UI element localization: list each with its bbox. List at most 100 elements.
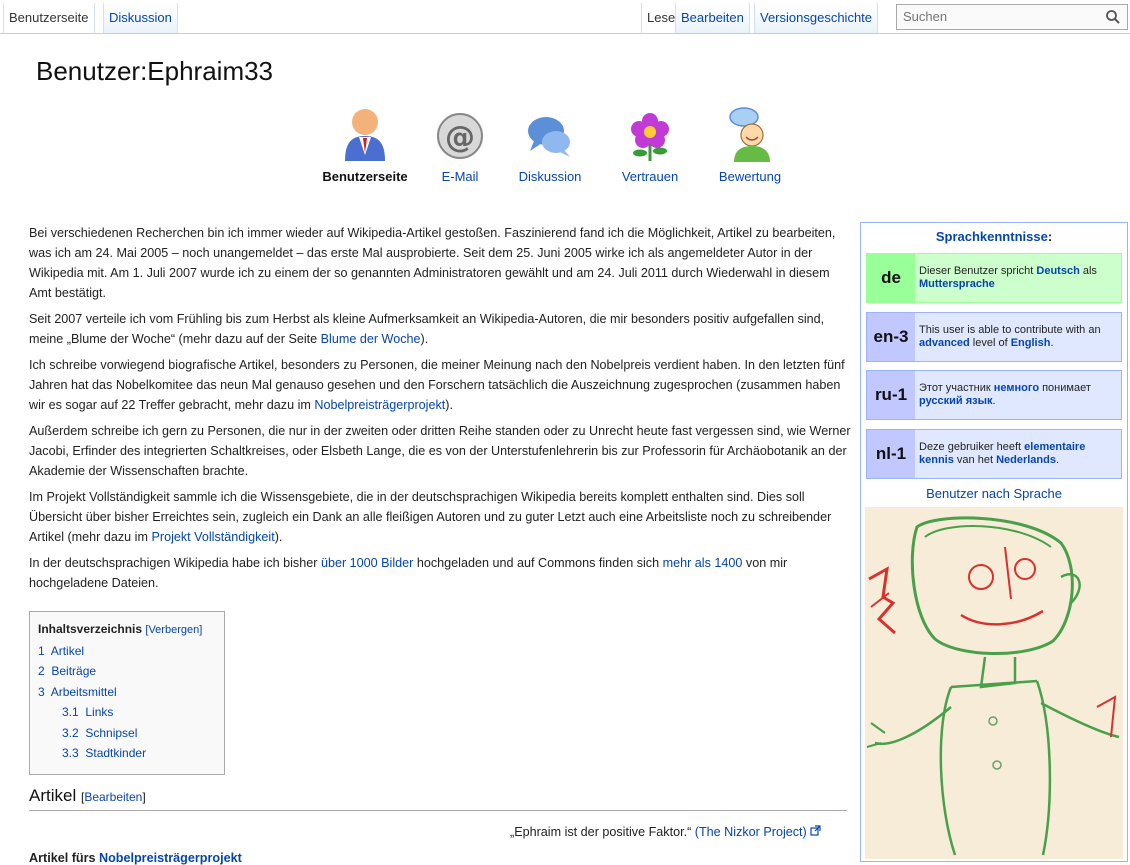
toc-link[interactable]: Schnipsel [85, 726, 137, 740]
search-icon[interactable] [1105, 9, 1121, 25]
toc-link[interactable]: Links [85, 705, 113, 719]
colon: : [1047, 229, 1053, 244]
babel-box-nl: nl-1 Deze gebruiker heeft elementaire ke… [866, 429, 1122, 479]
section-edit-link[interactable]: Bearbeiten [84, 790, 142, 804]
paragraph-nobel: Ich schreibe vorwiegend biografische Art… [29, 355, 851, 415]
toc-title: Inhaltsverzeichnis [38, 622, 143, 636]
babel-code: de [867, 254, 915, 302]
text: ). [274, 530, 283, 544]
page-title: Benutzer:Ephraim33 [36, 56, 274, 86]
search-box [896, 4, 1128, 30]
search-input[interactable] [897, 5, 1099, 27]
tab-benutzerseite[interactable]: Benutzerseite [3, 3, 95, 33]
babel-link[interactable]: English [1011, 337, 1051, 349]
main-content: Bei verschiedenen Recherchen bin ich imm… [29, 223, 851, 599]
quote-text: „Ephraim ist der positive Faktor.“ [510, 825, 695, 839]
text: In der deutschsprachigen Wikipedia habe … [29, 556, 321, 570]
link-projekt-vollstaendigkeit[interactable]: Projekt Vollständigkeit [151, 530, 274, 544]
toc-link[interactable]: Stadtkinder [85, 746, 146, 760]
toc-link[interactable]: Beiträge [51, 664, 96, 678]
toc-link[interactable]: Artikel [51, 644, 84, 658]
bracket: ] [142, 790, 146, 804]
link-blume-der-woche[interactable]: Blume der Woche [321, 332, 421, 346]
paragraph-intro: Bei verschiedenen Recherchen bin ich imm… [29, 226, 836, 300]
toc-link[interactable]: Arbeitsmittel [51, 685, 117, 699]
user-icon [345, 109, 385, 161]
link-nobelpreistraegerprojekt[interactable]: Nobelpreisträgerprojekt [314, 398, 445, 412]
section-heading-artikel: Artikel [Bearbeiten] [29, 786, 847, 811]
toc-number: 2 [38, 664, 45, 678]
subheading-nobel: Artikel fürs Nobelpreisträgerprojekt [29, 851, 242, 865]
nav-label-vertrauen: Vertrauen [621, 169, 679, 184]
tab-bearbeiten[interactable]: Bearbeiten [675, 3, 750, 33]
subheading-text: Artikel fürs [29, 851, 99, 865]
user-icon-nav: Benutzerseite @ E-Mail Diskussion Vertra… [322, 105, 830, 195]
link-mehr-als-1400[interactable]: mehr als 1400 [663, 556, 743, 570]
flower-icon [631, 113, 669, 161]
text: понимает [1039, 382, 1091, 394]
text: Deze gebruiker heeft [919, 441, 1025, 453]
babel-link[interactable]: русский язык [919, 395, 993, 407]
toc-number: 3.3 [62, 746, 79, 760]
paragraph-blume: Seit 2007 verteile ich vom Frühling bis … [29, 309, 851, 349]
quote-source-link[interactable]: (The Nizkor Project) [695, 825, 807, 839]
babel-link[interactable]: Deutsch [1036, 265, 1079, 277]
babel-code: en-3 [867, 313, 915, 361]
babel-text: This user is able to contribute with an … [915, 324, 1121, 350]
nav-diskussion[interactable]: Diskussion [500, 105, 600, 184]
toc-item[interactable]: 3.3 Stadtkinder [38, 743, 216, 764]
toc-item[interactable]: 3 Arbeitsmittel [38, 682, 216, 703]
nav-email[interactable]: @ E-Mail [410, 105, 510, 184]
babel-text: Этот участник немного понимает русский я… [915, 382, 1121, 408]
paragraph-personen: Außerdem schreibe ich gern zu Personen, … [29, 424, 851, 478]
toc-item[interactable]: 3.2 Schnipsel [38, 723, 216, 744]
toc-item[interactable]: 1 Artikel [38, 641, 216, 662]
babel-link[interactable]: advanced [919, 337, 970, 349]
nav-vertrauen[interactable]: Vertrauen [600, 105, 700, 184]
text: Этот участник [919, 382, 994, 394]
babel-box-ru: ru-1 Этот участник немного понимает русс… [866, 370, 1122, 420]
sidebar-footer: Benutzer nach Sprache [861, 486, 1127, 501]
quote: „Ephraim ist der positive Faktor.“ (The … [510, 825, 821, 839]
text: Im Projekt Vollständigkeit sammle ich di… [29, 490, 832, 544]
toc-number: 1 [38, 643, 45, 658]
table-of-contents: Inhaltsverzeichnis [Verbergen] 1 Artikel… [29, 611, 225, 775]
babel-link[interactable]: немного [994, 382, 1039, 394]
nav-bewertung[interactable]: Bewertung [700, 105, 800, 184]
text: . [1050, 337, 1054, 349]
subheading-link[interactable]: Nobelpreisträgerprojekt [99, 851, 242, 865]
top-tab-bar: Benutzerseite Diskussion Lesen Bearbeite… [0, 0, 1130, 34]
text: ). [445, 398, 453, 412]
toc-header: Inhaltsverzeichnis [Verbergen] [38, 619, 216, 641]
paragraph-vollstaendigkeit: Im Projekt Vollständigkeit sammle ich di… [29, 487, 851, 547]
babel-text: Deze gebruiker heeft elementaire kennis … [915, 441, 1121, 467]
email-at-icon: @ [437, 113, 483, 159]
text: . [992, 395, 996, 407]
babel-box-de: de Dieser Benutzer spricht Deutsch als M… [866, 253, 1122, 303]
text: als [1079, 265, 1097, 277]
sidebar-title[interactable]: Sprachkenntnisse: [861, 229, 1127, 244]
toc-item[interactable]: 2 Beiträge [38, 661, 216, 682]
nav-label-diskussion: Diskussion [518, 169, 582, 184]
nav-label-email: E-Mail [441, 169, 479, 184]
babel-link[interactable]: Muttersprache [919, 278, 995, 290]
text: level of [969, 337, 1011, 349]
toc-number: 3 [38, 684, 45, 699]
sidebar-title-text[interactable]: Sprachkenntnisse [936, 229, 1048, 244]
child-drawing-image[interactable] [865, 507, 1123, 859]
tab-bar-divider [0, 33, 1130, 34]
text: hochgeladen und auf Commons finden sich [413, 556, 663, 570]
toc-item[interactable]: 3.1 Links [38, 702, 216, 723]
svg-text:@: @ [445, 120, 475, 155]
benutzer-nach-sprache-link[interactable]: Benutzer nach Sprache [926, 486, 1062, 501]
nav-benutzerseite[interactable]: Benutzerseite [315, 105, 415, 184]
babel-link[interactable]: Nederlands [996, 454, 1056, 466]
text: Dieser Benutzer spricht [919, 265, 1037, 277]
babel-code: nl-1 [867, 430, 915, 478]
link-ueber-1000-bilder[interactable]: über 1000 Bilder [321, 556, 413, 570]
tab-diskussion[interactable]: Diskussion [103, 3, 178, 33]
toc-toggle-link[interactable]: [Verbergen] [145, 624, 202, 636]
speech-bubbles-icon [528, 117, 570, 157]
nav-label-benutzerseite: Benutzerseite [322, 169, 408, 184]
tab-versionsgeschichte[interactable]: Versionsgeschichte [754, 3, 879, 33]
